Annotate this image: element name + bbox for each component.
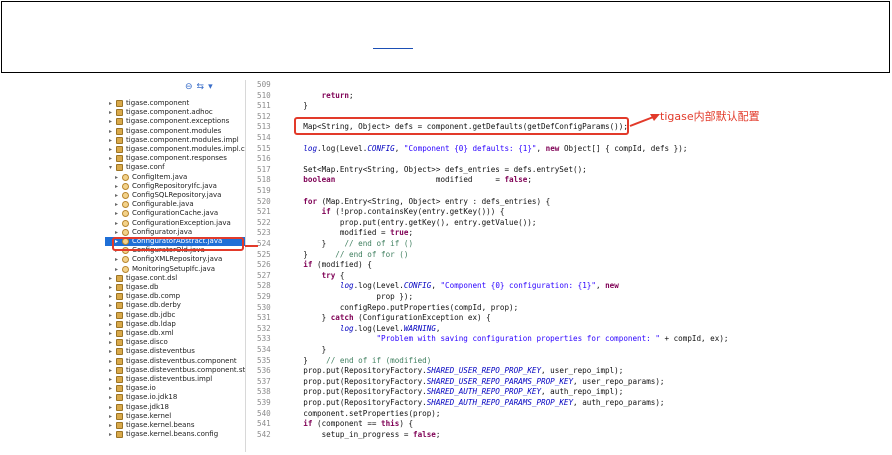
annotation-arrow (245, 114, 660, 247)
annotation-text: tigase内部默认配置 (660, 110, 760, 123)
